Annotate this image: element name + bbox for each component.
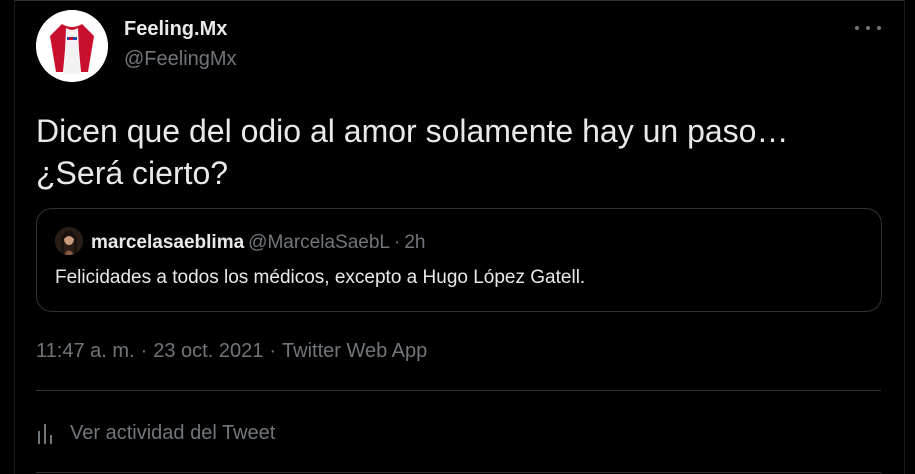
raglan-shirt-icon [36, 10, 108, 82]
quoted-time: 2h [404, 232, 426, 253]
tweet-source[interactable]: Twitter Web App [282, 340, 427, 362]
author-avatar[interactable] [36, 10, 108, 82]
divider [36, 390, 881, 391]
frame-right-border [904, 0, 905, 474]
analytics-bars-icon [38, 424, 52, 444]
tweet-metadata: 11:47 a. m. · 23 oct. 2021 · Twitter Web App [36, 340, 427, 363]
quoted-author-name: marcelasaeblima [91, 232, 245, 253]
quoted-tweet-card[interactable]: marcelasaeblima @MarcelaSaebL · 2h Felicida… [36, 208, 882, 312]
more-dot [877, 26, 881, 30]
quoted-author-avatar [55, 227, 83, 255]
quoted-separator: · [393, 232, 401, 253]
more-options-icon[interactable] [855, 18, 881, 38]
author-handle[interactable]: @FeelingMx [124, 48, 237, 71]
meta-separator: · [269, 340, 277, 362]
person-photo-icon [55, 227, 83, 255]
more-dot [866, 26, 870, 30]
view-tweet-activity-link[interactable]: Ver actividad del Tweet [36, 418, 275, 448]
author-name[interactable]: Feeling.Mx [124, 18, 227, 41]
tweet-text: Dicen que del odio al amor solamente hay… [36, 110, 876, 194]
tweet-text-line: Dicen que del odio al amor solamente hay… [36, 113, 789, 149]
frame-top-border [14, 0, 905, 7]
tweet-text-line: ¿Será cierto? [36, 155, 229, 191]
divider [36, 472, 881, 473]
meta-separator: · [140, 340, 148, 362]
frame-left-border [14, 0, 15, 474]
tweet-time[interactable]: 11:47 a. m. [36, 340, 135, 362]
more-dot [855, 26, 859, 30]
view-tweet-activity-label: Ver actividad del Tweet [70, 421, 276, 444]
quoted-tweet-header: marcelasaeblima @MarcelaSaebL · 2h [91, 232, 425, 254]
tweet-date[interactable]: 23 oct. 2021 [153, 340, 263, 362]
quoted-author-handle: @MarcelaSaebL [248, 232, 390, 253]
quoted-tweet-text: Felicidades a todos los médicos, excepto… [55, 267, 586, 288]
